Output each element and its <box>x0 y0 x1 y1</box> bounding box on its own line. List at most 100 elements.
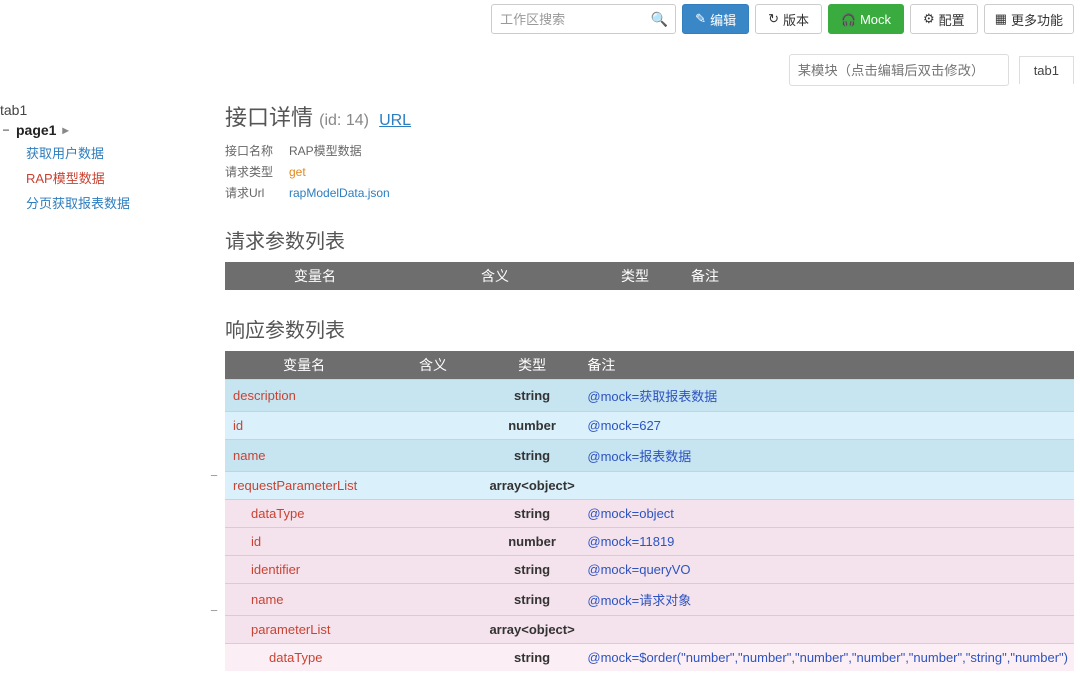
meta-value-url[interactable]: rapModelData.json <box>289 186 390 200</box>
url-link[interactable]: URL <box>379 112 411 129</box>
version-button[interactable]: 版本 <box>755 4 822 34</box>
param-type: array<object> <box>483 472 582 500</box>
more-functions-label: 更多功能 <box>1011 10 1063 29</box>
param-note: @mock=请求对象 <box>581 584 1074 616</box>
mock-button[interactable]: Mock <box>828 4 904 34</box>
col-type: 类型 <box>585 262 685 290</box>
refresh-icon <box>768 11 779 27</box>
version-button-label: 版本 <box>783 10 809 29</box>
collapse-icon[interactable]: − <box>205 597 223 624</box>
param-name: description <box>225 380 383 412</box>
param-type: string <box>483 440 582 472</box>
edit-button[interactable]: 编辑 <box>682 4 749 34</box>
col-meaning: 含义 <box>383 351 483 380</box>
col-type: 类型 <box>483 351 582 380</box>
param-name: requestParameterList <box>225 472 383 500</box>
param-name: dataType <box>225 500 383 528</box>
table-row: id number@mock=627 <box>225 412 1074 440</box>
pencil-icon <box>695 11 706 27</box>
param-note: @mock=报表数据 <box>581 440 1074 472</box>
param-note: @mock=object <box>581 500 1074 528</box>
param-name: identifier <box>225 556 383 584</box>
col-var: 变量名 <box>225 351 383 380</box>
sidebar-item-label[interactable]: 分页获取报表数据 <box>26 196 130 211</box>
param-note <box>581 472 1074 500</box>
tree-root-tab[interactable]: tab1 <box>0 100 205 120</box>
param-note: @mock=627 <box>581 412 1074 440</box>
param-meaning <box>383 440 483 472</box>
param-type: string <box>483 380 582 412</box>
param-type: array<object> <box>483 616 582 644</box>
sidebar-item-label[interactable]: RAP模型数据 <box>26 171 105 186</box>
workspace-search-input[interactable] <box>491 4 676 34</box>
sidebar-item[interactable]: 获取用户数据 <box>26 140 205 165</box>
param-type: string <box>483 644 582 672</box>
param-name: id <box>225 528 383 556</box>
wrench-icon <box>923 11 935 27</box>
param-type: number <box>483 528 582 556</box>
api-id: (id: 14) <box>319 112 369 129</box>
param-name: name <box>225 584 383 616</box>
param-meaning <box>383 500 483 528</box>
col-note: 备注 <box>581 351 1074 380</box>
sidebar-item[interactable]: RAP模型数据 <box>26 165 205 190</box>
table-row: name string@mock=请求对象 <box>225 584 1074 616</box>
param-meaning <box>383 380 483 412</box>
headset-icon <box>841 12 856 27</box>
meta-label: 请求类型 <box>225 163 277 180</box>
response-params-table: 变量名 含义 类型 备注 descriptionstring@mock=获取报表… <box>225 351 1074 671</box>
param-type: number <box>483 412 582 440</box>
param-name: parameterList <box>225 616 383 644</box>
param-meaning <box>383 412 483 440</box>
response-params-title: 响应参数列表 <box>225 314 1074 343</box>
param-type: string <box>483 556 582 584</box>
sidebar-item-label[interactable]: 获取用户数据 <box>26 146 104 161</box>
param-meaning <box>383 556 483 584</box>
param-type: string <box>483 584 582 616</box>
col-note: 备注 <box>685 262 1074 290</box>
module-name-input[interactable] <box>789 54 1009 86</box>
meta-value-name: RAP模型数据 <box>289 142 362 159</box>
config-button[interactable]: 配置 <box>910 4 978 34</box>
param-name: name <box>225 440 383 472</box>
table-row: id number@mock=11819 <box>225 528 1074 556</box>
grid-icon <box>995 11 1007 27</box>
param-note: @mock=11819 <box>581 528 1074 556</box>
table-row: identifierstring@mock=queryVO <box>225 556 1074 584</box>
more-functions-button[interactable]: 更多功能 <box>984 4 1074 34</box>
tree-page-node[interactable]: − page1 ▸ <box>0 120 205 140</box>
col-var: 变量名 <box>225 262 405 290</box>
mock-button-label: Mock <box>860 12 891 27</box>
page-title-text: 接口详情 <box>225 105 313 130</box>
table-row: description string@mock=获取报表数据 <box>225 380 1074 412</box>
chevron-right-icon: ▸ <box>62 123 68 137</box>
param-meaning <box>383 528 483 556</box>
param-name: dataType <box>225 644 383 672</box>
param-meaning <box>383 584 483 616</box>
meta-label: 接口名称 <box>225 142 277 159</box>
param-note: @mock=$order("number","number","number",… <box>581 644 1074 672</box>
param-meaning <box>383 472 483 500</box>
collapse-icon[interactable]: − <box>205 462 223 489</box>
param-type: string <box>483 500 582 528</box>
param-meaning <box>383 644 483 672</box>
table-row: dataType string@mock=object <box>225 500 1074 528</box>
table-row: parameterList array<object> <box>225 616 1074 644</box>
collapse-icon[interactable]: − <box>0 123 12 137</box>
request-params-table: 变量名 含义 类型 备注 <box>225 262 1074 290</box>
sidebar-item[interactable]: 分页获取报表数据 <box>26 190 205 215</box>
module-tab[interactable]: tab1 <box>1019 56 1074 84</box>
edit-button-label: 编辑 <box>710 10 736 29</box>
param-name: id <box>225 412 383 440</box>
table-row: requestParameterList array<object> <box>225 472 1074 500</box>
param-note: @mock=获取报表数据 <box>581 380 1074 412</box>
meta-label: 请求Url <box>225 184 277 201</box>
request-params-title: 请求参数列表 <box>225 225 1074 254</box>
meta-value-method: get <box>289 165 306 179</box>
tree-page-label: page1 <box>16 122 56 138</box>
config-button-label: 配置 <box>939 10 965 29</box>
table-row: dataType string@mock=$order("number","num… <box>225 644 1074 672</box>
param-meaning <box>383 616 483 644</box>
page-title: 接口详情 (id: 14) URL <box>225 100 1074 132</box>
param-note <box>581 616 1074 644</box>
